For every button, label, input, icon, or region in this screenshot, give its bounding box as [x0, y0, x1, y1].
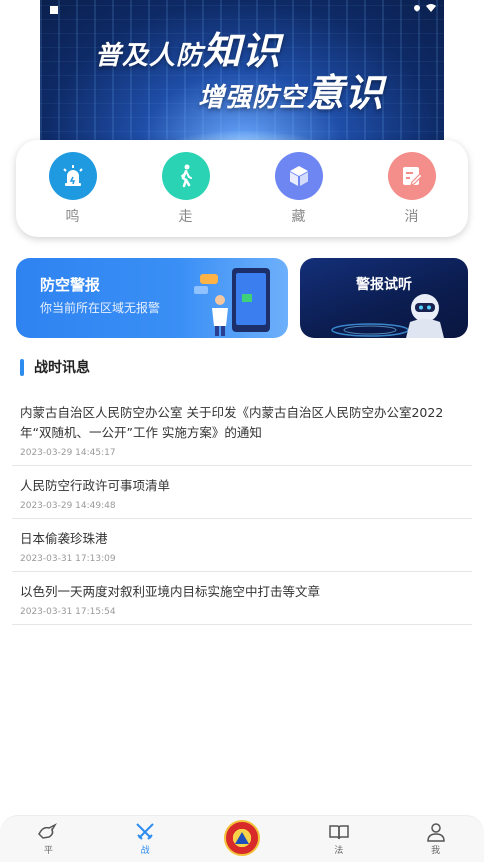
section-accent-bar — [20, 358, 24, 376]
shelter-box-icon — [274, 152, 323, 200]
news-headline: 以色列一天两度对叙利亚境内目标实施空中打击等文章 — [20, 584, 321, 599]
siren-icon — [48, 152, 97, 200]
quick-actions-card: 鸣 走 藏 消 — [16, 140, 468, 237]
news-item[interactable]: 日本偷袭珍珠港 2023-03-31 17:13:09 — [12, 519, 472, 572]
action-label: 消 — [404, 209, 419, 225]
nav-label: 法 — [334, 846, 344, 856]
nav-label: 我 — [431, 846, 441, 856]
news-timestamp: 2023-03-31 17:13:09 — [20, 554, 116, 564]
action-shelter[interactable]: 藏 — [254, 140, 344, 226]
nav-tab-home[interactable] — [212, 816, 272, 856]
hero-banner: 普及人防知识 增强防空意识 — [40, 0, 444, 160]
news-timestamp: 2023-03-29 14:45:17 — [20, 448, 116, 458]
news-item[interactable]: 以色列一天两度对叙利亚境内目标实施空中打击等文章 2023-03-31 17:1… — [12, 572, 472, 625]
listen-card-title: 警报试听 — [356, 277, 412, 293]
action-label: 藏 — [291, 209, 306, 225]
action-evacuate[interactable]: 走 — [141, 140, 231, 226]
robot-illustration — [331, 294, 444, 338]
person-screen-illustration — [194, 268, 270, 336]
action-siren[interactable]: 鸣 — [28, 140, 118, 226]
action-label: 走 — [178, 209, 193, 225]
news-headline: 日本偷袭珍珠港 — [20, 531, 108, 546]
location-wifi-icon — [414, 4, 436, 12]
action-label: 鸣 — [65, 209, 80, 225]
section-title: 战时讯息 — [34, 360, 90, 376]
status-icons — [412, 3, 438, 18]
nav-tab-peace[interactable]: 平 — [18, 816, 78, 856]
nav-label: 平 — [43, 846, 53, 856]
news-timestamp: 2023-03-29 14:49:48 — [20, 501, 116, 511]
air-raid-alert-card[interactable]: 防空警报 你当前所在区域无报警 — [16, 258, 288, 338]
bottom-navigation: 平 战 法 我 — [0, 815, 484, 862]
alert-card-title: 防空警报 — [40, 276, 101, 294]
action-eliminate[interactable]: 消 — [367, 140, 457, 226]
nav-tab-law[interactable]: 法 — [309, 816, 369, 856]
news-timestamp: 2023-03-31 17:15:54 — [20, 607, 116, 617]
dove-icon — [38, 823, 58, 839]
status-notification-icon — [50, 6, 58, 14]
alert-card-subtitle: 你当前所在区域无报警 — [40, 301, 161, 315]
nav-label: 战 — [140, 846, 150, 856]
section-header: 战时讯息 — [20, 357, 90, 377]
alarm-preview-card[interactable]: 警报试听 — [300, 258, 468, 338]
news-item[interactable]: 人民防空行政许可事项清单 2023-03-29 14:49:48 — [12, 466, 472, 519]
user-icon — [426, 823, 445, 842]
walking-person-icon — [161, 152, 210, 200]
banner-headline-2: 增强防空意识 — [198, 71, 385, 115]
crossed-swords-icon — [136, 823, 154, 840]
open-book-icon — [329, 825, 349, 840]
nav-tab-war[interactable]: 战 — [115, 816, 175, 856]
news-item[interactable]: 内蒙古自治区人民防空办公室 关于印发《内蒙古自治区人民防空办公室2022年“双随… — [12, 393, 472, 466]
news-list: 内蒙古自治区人民防空办公室 关于印发《内蒙古自治区人民防空办公室2022年“双随… — [12, 393, 472, 625]
edit-document-icon — [387, 152, 436, 200]
nav-tab-me[interactable]: 我 — [406, 816, 466, 856]
news-headline: 人民防空行政许可事项清单 — [20, 478, 171, 493]
civil-defense-emblem-icon — [223, 820, 260, 856]
news-headline: 内蒙古自治区人民防空办公室 关于印发《内蒙古自治区人民防空办公室2022年“双随… — [20, 405, 444, 440]
